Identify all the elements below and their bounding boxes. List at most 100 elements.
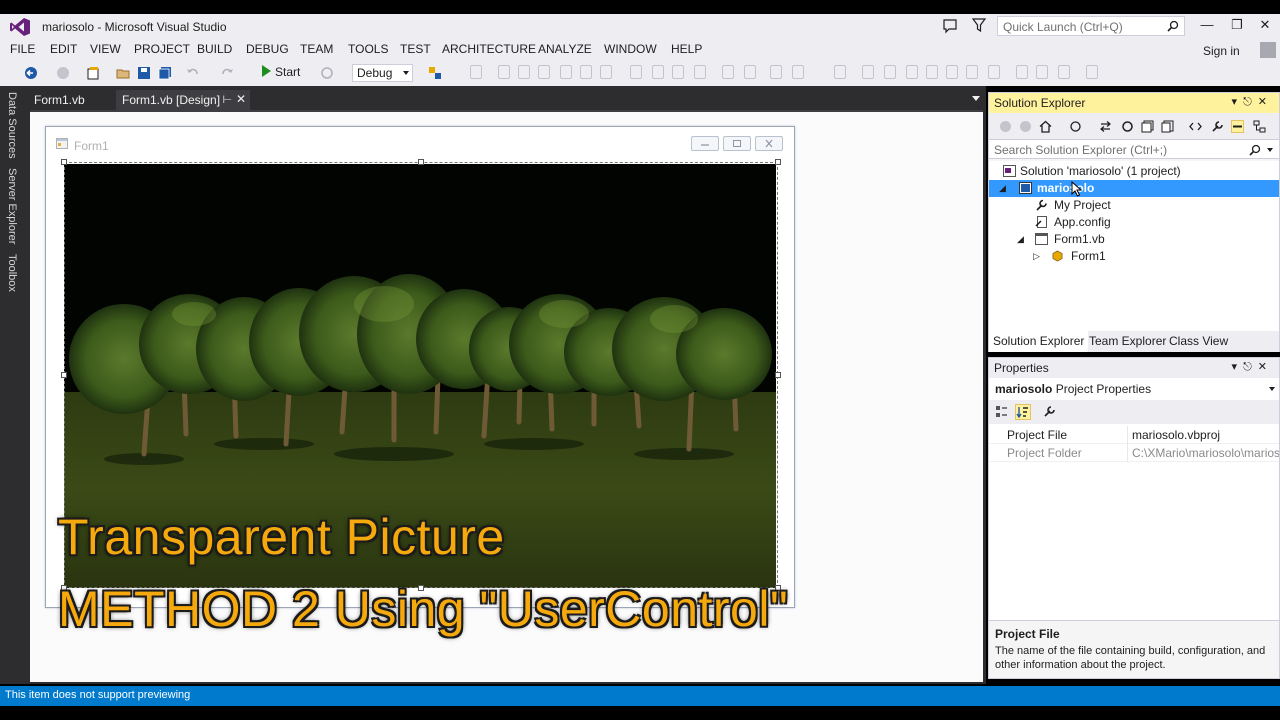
lock-controls-icon[interactable] (926, 65, 938, 79)
tree-item-project[interactable]: ◢ mariosolo (989, 180, 1279, 197)
pin-icon[interactable]: ⎋ (1243, 96, 1258, 108)
resize-handle[interactable] (775, 372, 781, 378)
redo-icon[interactable] (220, 66, 234, 80)
close-panel-icon[interactable]: ✕ (1258, 361, 1273, 373)
save-icon[interactable] (137, 66, 151, 80)
solution-explorer-search-input[interactable]: Search Solution Explorer (Ctrl+;) (989, 139, 1279, 159)
menu-tools[interactable]: TOOLS (348, 42, 388, 56)
property-value[interactable]: C:\XMario\mariosolo\marios (1132, 446, 1279, 460)
panel-menu-chevron-icon[interactable]: ▾ (1232, 96, 1244, 108)
property-value[interactable]: mariosolo.vbproj (1132, 428, 1279, 442)
account-icon[interactable] (1260, 42, 1276, 58)
center-horizontally-icon[interactable] (834, 65, 846, 79)
align-middles-icon[interactable] (580, 65, 592, 79)
object-selector-dropdown[interactable]: mariosolo Project Properties (989, 378, 1279, 400)
start-debugging-button[interactable]: Start (262, 65, 300, 81)
back-icon[interactable] (999, 120, 1012, 133)
tab-overflow-chevron-icon[interactable] (972, 96, 980, 101)
comment-icon[interactable] (1016, 65, 1028, 79)
tree-item-form1-vb[interactable]: ◢ Form1.vb (989, 231, 1279, 248)
menu-analyze[interactable]: ANALYZE (538, 42, 592, 56)
make-same-size-icon[interactable] (672, 65, 684, 79)
server-explorer-tab[interactable]: Server Explorer (6, 168, 18, 244)
sign-in-link[interactable]: Sign in (1203, 44, 1240, 58)
increase-vertical-spacing-icon[interactable] (792, 65, 804, 79)
horizontal-spacing-icon[interactable] (722, 65, 734, 79)
notification-filter-icon[interactable] (972, 17, 986, 33)
feedback-icon[interactable] (942, 18, 958, 34)
property-row-project-folder[interactable]: Project Folder C:\XMario\mariosolo\mario… (989, 444, 1279, 462)
tab-order-icon[interactable] (906, 65, 918, 79)
home-icon[interactable] (1039, 120, 1052, 133)
uncomment-icon[interactable] (1036, 65, 1048, 79)
refresh-icon[interactable] (1121, 120, 1134, 133)
menu-edit[interactable]: EDIT (50, 42, 77, 56)
collapse-arrow-icon[interactable]: ◢ (999, 183, 1006, 194)
undo-icon[interactable] (186, 66, 200, 80)
show-all-files-icon[interactable] (1161, 120, 1174, 133)
align-grid-icon[interactable] (470, 65, 482, 79)
tree-item-app-config[interactable]: App.config (989, 214, 1279, 231)
align-rights-icon[interactable] (538, 65, 550, 79)
tree-item-my-project[interactable]: My Project (989, 197, 1279, 214)
vertical-spacing-icon[interactable] (770, 65, 782, 79)
forward-icon[interactable] (1019, 120, 1032, 133)
extensions-icon[interactable] (1086, 65, 1098, 79)
menu-project[interactable]: PROJECT (134, 42, 190, 56)
expand-arrow-icon[interactable]: ▷ (1033, 251, 1040, 262)
collapse-all-icon[interactable] (1141, 120, 1154, 133)
property-row-project-file[interactable]: Project File mariosolo.vbproj (989, 426, 1279, 444)
new-project-icon[interactable] (86, 66, 100, 80)
stop-icon[interactable] (988, 65, 1000, 79)
align-lefts-icon[interactable] (498, 65, 510, 79)
alphabetical-icon[interactable] (1015, 404, 1031, 420)
tab-form1-vb[interactable]: Form1.vb (28, 90, 91, 110)
open-file-icon[interactable] (116, 66, 130, 80)
menu-test[interactable]: TEST (400, 42, 431, 56)
categorized-icon[interactable] (995, 405, 1008, 418)
menu-architecture[interactable]: ARCHITECTURE (442, 42, 536, 56)
bring-to-front-icon[interactable] (862, 65, 874, 79)
close-button[interactable]: ✕ (1250, 14, 1280, 36)
send-to-back-icon[interactable] (884, 65, 896, 79)
navigate-forward-icon[interactable] (56, 66, 70, 80)
solution-configuration-dropdown[interactable]: Debug (352, 64, 413, 82)
minimize-button[interactable]: — (1192, 14, 1222, 36)
collapse-arrow-icon[interactable]: ◢ (1017, 234, 1024, 245)
align-centers-icon[interactable] (518, 65, 530, 79)
tab-solution-explorer[interactable]: Solution Explorer (989, 331, 1089, 352)
sync-with-active-document-icon[interactable] (1099, 120, 1112, 133)
make-same-width-icon[interactable] (630, 65, 642, 79)
menu-help[interactable]: HELP (671, 42, 702, 56)
pin-icon[interactable]: ⊢ (222, 93, 232, 106)
menu-team[interactable]: TEAM (300, 42, 333, 56)
restore-button[interactable]: ❐ (1222, 14, 1252, 36)
properties-wrench-icon[interactable] (1211, 120, 1224, 133)
undo-layout-icon[interactable] (946, 65, 958, 79)
increase-horizontal-spacing-icon[interactable] (744, 65, 756, 79)
view-code-icon[interactable] (1189, 120, 1202, 133)
search-options-chevron-icon[interactable] (1267, 148, 1273, 152)
redo-layout-icon[interactable] (966, 65, 978, 79)
toolbox-tab[interactable]: Toolbox (6, 254, 18, 292)
menu-view[interactable]: VIEW (90, 42, 121, 56)
preview-selected-items-icon[interactable] (1231, 120, 1244, 133)
resize-handle[interactable] (775, 159, 781, 165)
data-sources-tab[interactable]: Data Sources (6, 92, 18, 159)
tab-team-explorer[interactable]: Team Explorer (1085, 334, 1170, 348)
tree-item-solution[interactable]: Solution 'mariosolo' (1 project) (989, 163, 1279, 180)
align-tops-icon[interactable] (560, 65, 572, 79)
tree-item-form1-class[interactable]: ▷ Form1 (989, 248, 1279, 265)
resize-handle[interactable] (61, 159, 67, 165)
pin-icon[interactable]: ⎋ (1243, 361, 1258, 373)
navigate-back-icon[interactable] (24, 66, 38, 80)
resize-handle[interactable] (61, 372, 67, 378)
close-panel-icon[interactable]: ✕ (1258, 96, 1273, 108)
resize-handle[interactable] (418, 159, 424, 165)
align-bottoms-icon[interactable] (600, 65, 612, 79)
panel-menu-chevron-icon[interactable]: ▾ (1232, 361, 1244, 373)
refresh-icon[interactable] (320, 66, 334, 80)
tab-form1-design[interactable]: Form1.vb [Design] ⊢ ✕ (116, 90, 251, 110)
layout-tools-icon[interactable] (428, 66, 442, 80)
size-to-grid-icon[interactable] (694, 65, 706, 79)
